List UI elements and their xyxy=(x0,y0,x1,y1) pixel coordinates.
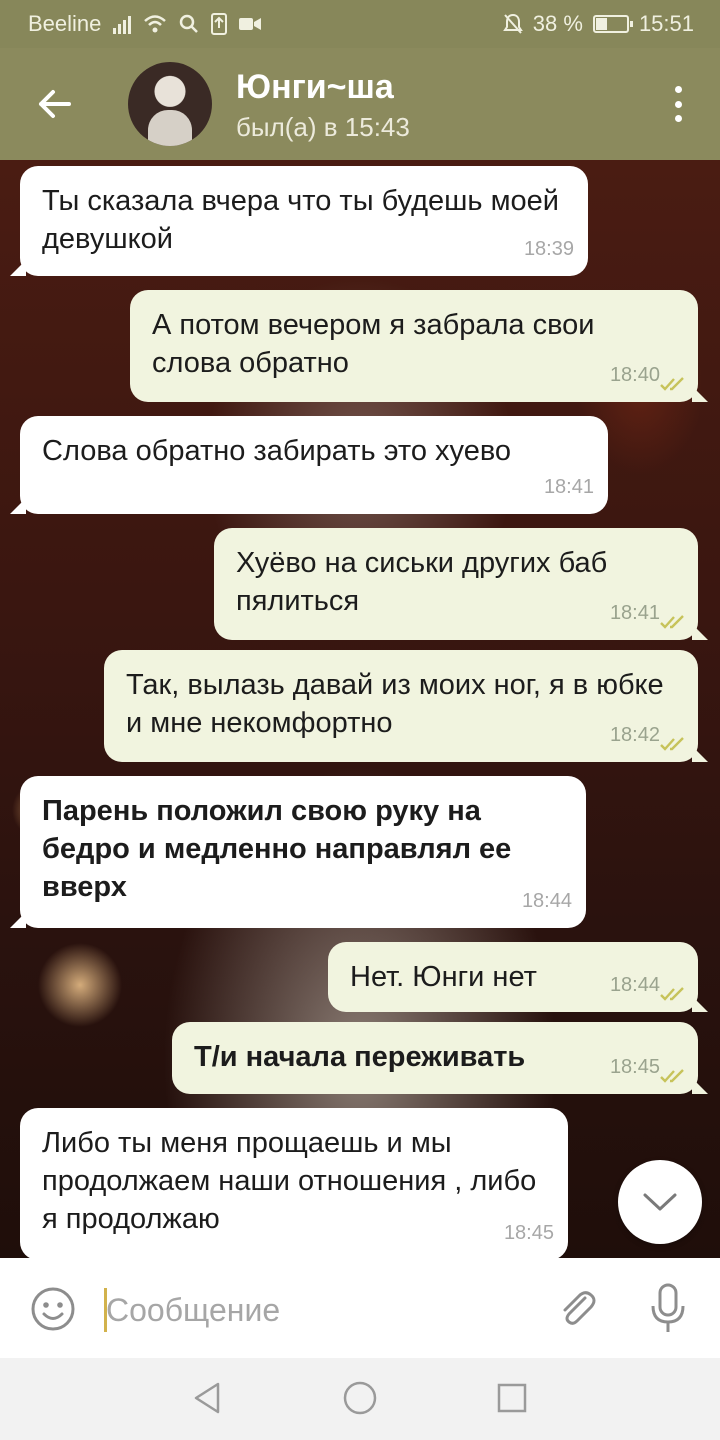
message-text: Ты сказала вчера что ты будешь моей деву… xyxy=(42,185,559,255)
more-vert-icon[interactable] xyxy=(666,80,690,128)
message-time: 18:44 xyxy=(521,890,572,912)
message-text: Так, вылазь давай из моих ног, я в юбке … xyxy=(126,669,664,739)
message-time: 18:41 xyxy=(609,602,660,624)
chevron-down-icon xyxy=(643,1193,677,1211)
message-input-bar: Сообщение xyxy=(0,1258,720,1358)
nav-recents-icon[interactable] xyxy=(492,1378,532,1418)
message-time: 18:44 xyxy=(609,974,660,996)
nav-home-icon[interactable] xyxy=(340,1378,380,1418)
message-outgoing[interactable]: Т/и начала переживать 18:45 xyxy=(172,1022,708,1094)
message-time: 18:42 xyxy=(609,724,660,746)
double-check-icon xyxy=(660,1069,684,1083)
contact-name[interactable]: Юнги~ша xyxy=(236,68,394,107)
signal-icon xyxy=(113,14,132,34)
attach-icon[interactable] xyxy=(555,1286,599,1330)
message-time: 18:45 xyxy=(609,1056,660,1078)
message-time: 18:40 xyxy=(609,364,660,386)
system-nav-bar xyxy=(0,1358,720,1440)
emoji-icon[interactable] xyxy=(30,1286,76,1332)
status-bar: Beeline 38 % 15:51 xyxy=(0,0,720,48)
double-check-icon xyxy=(660,615,684,629)
mic-icon[interactable] xyxy=(646,1282,690,1336)
last-seen-status: был(а) в 15:43 xyxy=(236,112,410,142)
double-check-icon xyxy=(660,987,684,1001)
chat-header: Юнги~ша был(а) в 15:43 xyxy=(0,48,720,160)
wifi-icon xyxy=(144,15,167,33)
back-arrow-icon[interactable] xyxy=(30,82,78,126)
message-input[interactable]: Сообщение xyxy=(106,1292,280,1329)
avatar[interactable] xyxy=(128,62,212,146)
mute-icon xyxy=(502,13,523,34)
message-outgoing[interactable]: А потом вечером я забрала свои слова обр… xyxy=(130,290,708,402)
carrier-label: Beeline xyxy=(28,11,102,36)
message-incoming[interactable]: Либо ты меня прощаешь и мы продолжаем на… xyxy=(20,1108,568,1258)
search-icon xyxy=(180,14,199,33)
message-text: Парень положил свою руку на бедро и медл… xyxy=(42,795,512,903)
message-outgoing[interactable]: Хуёво на сиськи других баб пялиться 18:4… xyxy=(214,528,708,640)
battery-percent: 38 % xyxy=(532,11,583,36)
message-incoming[interactable]: Слова обратно забирать это хуево 18:41 xyxy=(10,416,608,514)
message-incoming[interactable]: Парень положил свою руку на бедро и медл… xyxy=(10,776,586,928)
message-time: 18:45 xyxy=(503,1222,554,1244)
message-time: 18:39 xyxy=(523,238,574,260)
chat-area[interactable]: Ты сказала вчера что ты будешь моей деву… xyxy=(0,160,720,1258)
message-text: А потом вечером я забрала свои слова обр… xyxy=(152,309,595,379)
double-check-icon xyxy=(660,377,684,391)
message-text: Т/и начала переживать xyxy=(194,1041,526,1073)
battery-icon xyxy=(592,15,633,33)
message-time: 18:41 xyxy=(543,476,594,498)
message-outgoing[interactable]: Нет. Юнги нет 18:44 xyxy=(328,942,708,1012)
message-incoming[interactable]: Ты сказала вчера что ты будешь моей деву… xyxy=(10,166,588,276)
message-text: Либо ты меня прощаешь и мы продолжаем на… xyxy=(42,1127,537,1235)
nav-back-icon[interactable] xyxy=(188,1378,228,1418)
upload-icon xyxy=(211,13,228,35)
clock: 15:51 xyxy=(638,11,694,36)
double-check-icon xyxy=(660,737,684,751)
scroll-down-button[interactable] xyxy=(618,1160,702,1244)
message-outgoing[interactable]: Так, вылазь давай из моих ног, я в юбке … xyxy=(104,650,708,762)
message-text: Слова обратно забирать это хуево xyxy=(42,435,512,467)
video-icon xyxy=(239,18,262,30)
